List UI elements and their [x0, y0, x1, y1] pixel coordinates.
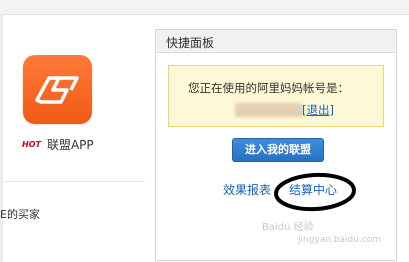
account-notice: 您正在使用的阿里妈妈帐号是： [退出] — [168, 65, 384, 127]
hot-badge: HOT — [22, 140, 41, 149]
watermark-url: jingyan.baidu.com — [298, 235, 382, 245]
divider — [3, 181, 145, 182]
logout-link[interactable]: [退出] — [302, 102, 334, 118]
logout-close-bracket: ] — [329, 103, 335, 117]
logout-label[interactable]: 退出 — [307, 103, 330, 117]
report-link[interactable]: 效果报表 — [223, 181, 271, 198]
enter-my-union-button[interactable]: 进入我的联盟 — [232, 138, 324, 162]
app-name[interactable]: 联盟APP — [47, 138, 94, 152]
hand-drawn-ellipse — [274, 172, 356, 212]
account-name-redacted — [235, 103, 303, 117]
left-strip — [0, 14, 3, 262]
panel-title: 快捷面板 — [166, 36, 215, 50]
app-label[interactable]: HOT 联盟APP — [22, 136, 94, 153]
buyer-text: E的买家 — [0, 208, 40, 221]
top-band — [0, 0, 409, 15]
watermark: Baidu 经验 — [262, 222, 314, 233]
panel-header: 快捷面板 — [156, 30, 396, 53]
app-logo-icon[interactable] — [23, 55, 92, 124]
notice-text: 您正在使用的阿里妈妈帐号是： — [188, 81, 349, 95]
